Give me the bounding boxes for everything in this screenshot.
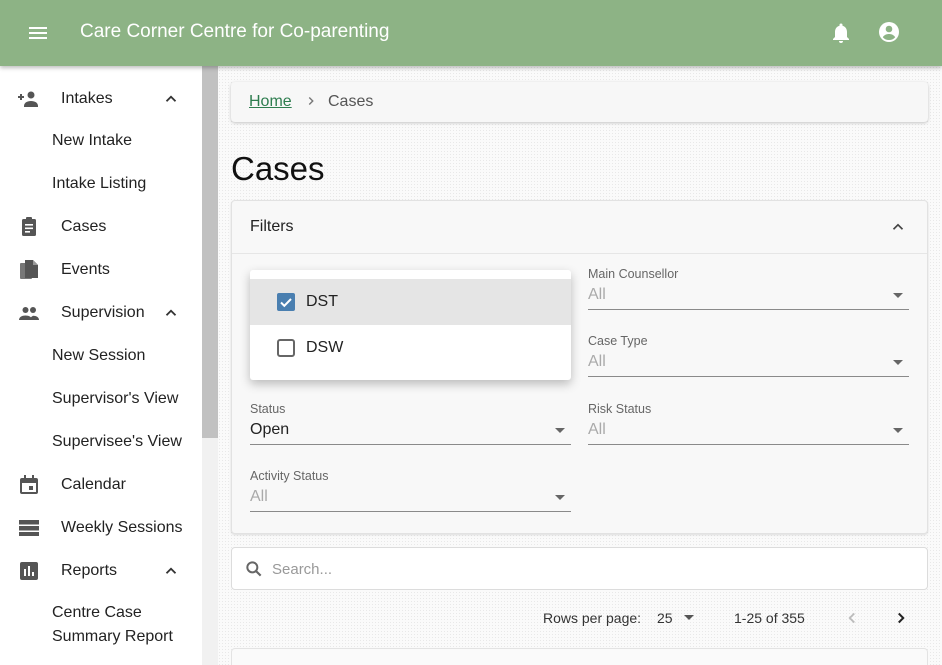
sidebar-item-label: Reports bbox=[61, 562, 118, 579]
field-label: Status bbox=[250, 402, 286, 416]
underline bbox=[588, 444, 909, 445]
option-label: DST bbox=[306, 293, 338, 310]
checkbox-unchecked-icon[interactable] bbox=[277, 339, 295, 357]
sidebar-item-label: Supervision bbox=[61, 304, 145, 321]
sidebar-item-new-intake[interactable]: New Intake bbox=[0, 121, 202, 161]
calendar-icon bbox=[20, 475, 38, 494]
sidebar-item-label: Intake Listing bbox=[52, 175, 147, 192]
sidebar-item-label: Weekly Sessions bbox=[61, 519, 183, 536]
menu-icon[interactable] bbox=[26, 21, 50, 45]
checkbox-checked-icon[interactable] bbox=[277, 293, 295, 311]
sidebar-item-label: New Session bbox=[52, 347, 146, 364]
underline bbox=[250, 444, 571, 445]
clipboard-icon bbox=[22, 217, 36, 236]
chevron-up-icon[interactable] bbox=[162, 562, 180, 580]
sidebar-item-calendar[interactable]: Calendar bbox=[0, 465, 202, 505]
view-week-icon bbox=[19, 520, 39, 536]
chevron-up-icon[interactable] bbox=[889, 218, 907, 236]
sidebar-item-cases[interactable]: Cases bbox=[0, 207, 202, 247]
sidebar-item-label: New Intake bbox=[52, 132, 133, 149]
field-label: Risk Status bbox=[588, 402, 652, 416]
bar-chart-icon bbox=[20, 562, 38, 580]
person-add-icon bbox=[18, 91, 38, 107]
sidebar-item-events[interactable]: Events bbox=[0, 250, 202, 290]
page-range: 1-25 of 355 bbox=[734, 610, 805, 626]
divider bbox=[232, 253, 927, 254]
field-label: Activity Status bbox=[250, 469, 329, 483]
chevron-up-icon[interactable] bbox=[162, 304, 180, 322]
sidebar: Intakes New Intake Intake Listing Cases … bbox=[0, 66, 202, 665]
sidebar-item-label-line2: Summary Report bbox=[52, 628, 173, 645]
dropdown-arrow-icon bbox=[555, 428, 565, 433]
sidebar-item-intake-listing[interactable]: Intake Listing bbox=[0, 164, 202, 204]
filters-header[interactable]: Filters bbox=[250, 218, 294, 236]
sidebar-item-label: Supervisor's View bbox=[52, 390, 179, 407]
sidebar-item-label: Supervisee's View bbox=[52, 433, 182, 450]
sidebar-item-weekly-sessions[interactable]: Weekly Sessions bbox=[0, 508, 202, 548]
sidebar-item-label: Events bbox=[61, 261, 110, 278]
file-copy-icon bbox=[20, 260, 38, 279]
dropdown-arrow-icon[interactable] bbox=[684, 615, 694, 620]
dropdown-option-dsw[interactable]: DSW bbox=[250, 325, 571, 371]
underline bbox=[588, 376, 909, 377]
field-value: All bbox=[588, 421, 606, 438]
sidebar-item-intakes[interactable]: Intakes bbox=[0, 79, 202, 119]
underline bbox=[250, 511, 571, 512]
field-value: All bbox=[250, 488, 268, 505]
pagination: Rows per page: 25 1-25 of 355 bbox=[231, 600, 928, 636]
app-title: Care Corner Centre for Co-parenting bbox=[80, 21, 390, 42]
chevron-up-icon[interactable] bbox=[162, 90, 180, 108]
bell-icon[interactable] bbox=[829, 21, 853, 45]
breadcrumb-current: Cases bbox=[328, 93, 374, 110]
type-dropdown-menu: DST DSW bbox=[250, 270, 571, 380]
field-label: Case Type bbox=[588, 334, 648, 348]
search-bar bbox=[231, 547, 928, 590]
rows-per-page-label: Rows per page: bbox=[543, 610, 642, 626]
account-circle-icon[interactable] bbox=[877, 20, 901, 44]
breadcrumb-home-link[interactable]: Home bbox=[249, 93, 292, 111]
chevron-left-icon[interactable] bbox=[843, 609, 861, 627]
field-value: All bbox=[588, 286, 606, 303]
rows-per-page-select[interactable]: 25 bbox=[657, 610, 673, 626]
underline bbox=[588, 309, 909, 310]
sidebar-item-supervisors-view[interactable]: Supervisor's View bbox=[0, 379, 202, 419]
sidebar-item-label: Intakes bbox=[61, 90, 113, 107]
dropdown-arrow-icon bbox=[893, 428, 903, 433]
search-input[interactable] bbox=[272, 558, 872, 580]
page-title: Cases bbox=[231, 150, 325, 187]
option-label: DSW bbox=[306, 339, 344, 356]
sidebar-item-supervision[interactable]: Supervision bbox=[0, 293, 202, 333]
sidebar-item-supervisees-view[interactable]: Supervisee's View bbox=[0, 422, 202, 462]
sidebar-item-label: Calendar bbox=[61, 476, 126, 493]
app-header: Care Corner Centre for Co-parenting bbox=[0, 0, 942, 66]
search-icon bbox=[246, 561, 262, 577]
dropdown-option-dst[interactable]: DST bbox=[250, 279, 571, 325]
sidebar-item-centre-case-summary-report[interactable]: Centre Case Summary Report bbox=[0, 598, 202, 652]
cases-table bbox=[231, 648, 928, 665]
people-icon bbox=[19, 307, 39, 320]
field-value: Open bbox=[250, 421, 290, 438]
dropdown-arrow-icon bbox=[893, 293, 903, 298]
field-value: All bbox=[588, 353, 606, 370]
sidebar-scrollbar-thumb[interactable] bbox=[202, 66, 218, 438]
sidebar-item-label-line1: Centre Case bbox=[52, 604, 142, 621]
sidebar-item-label: Cases bbox=[61, 218, 107, 235]
dropdown-arrow-icon bbox=[893, 360, 903, 365]
field-label: Main Counsellor bbox=[588, 267, 679, 281]
sidebar-item-new-session[interactable]: New Session bbox=[0, 336, 202, 376]
sidebar-item-reports[interactable]: Reports bbox=[0, 551, 202, 591]
chevron-right-icon bbox=[308, 97, 314, 105]
dropdown-arrow-icon bbox=[555, 495, 565, 500]
sidebar-item-label: Centre Case Summary Report bbox=[52, 601, 173, 649]
chevron-right-icon[interactable] bbox=[892, 609, 910, 627]
breadcrumb: Home Cases bbox=[231, 82, 928, 122]
